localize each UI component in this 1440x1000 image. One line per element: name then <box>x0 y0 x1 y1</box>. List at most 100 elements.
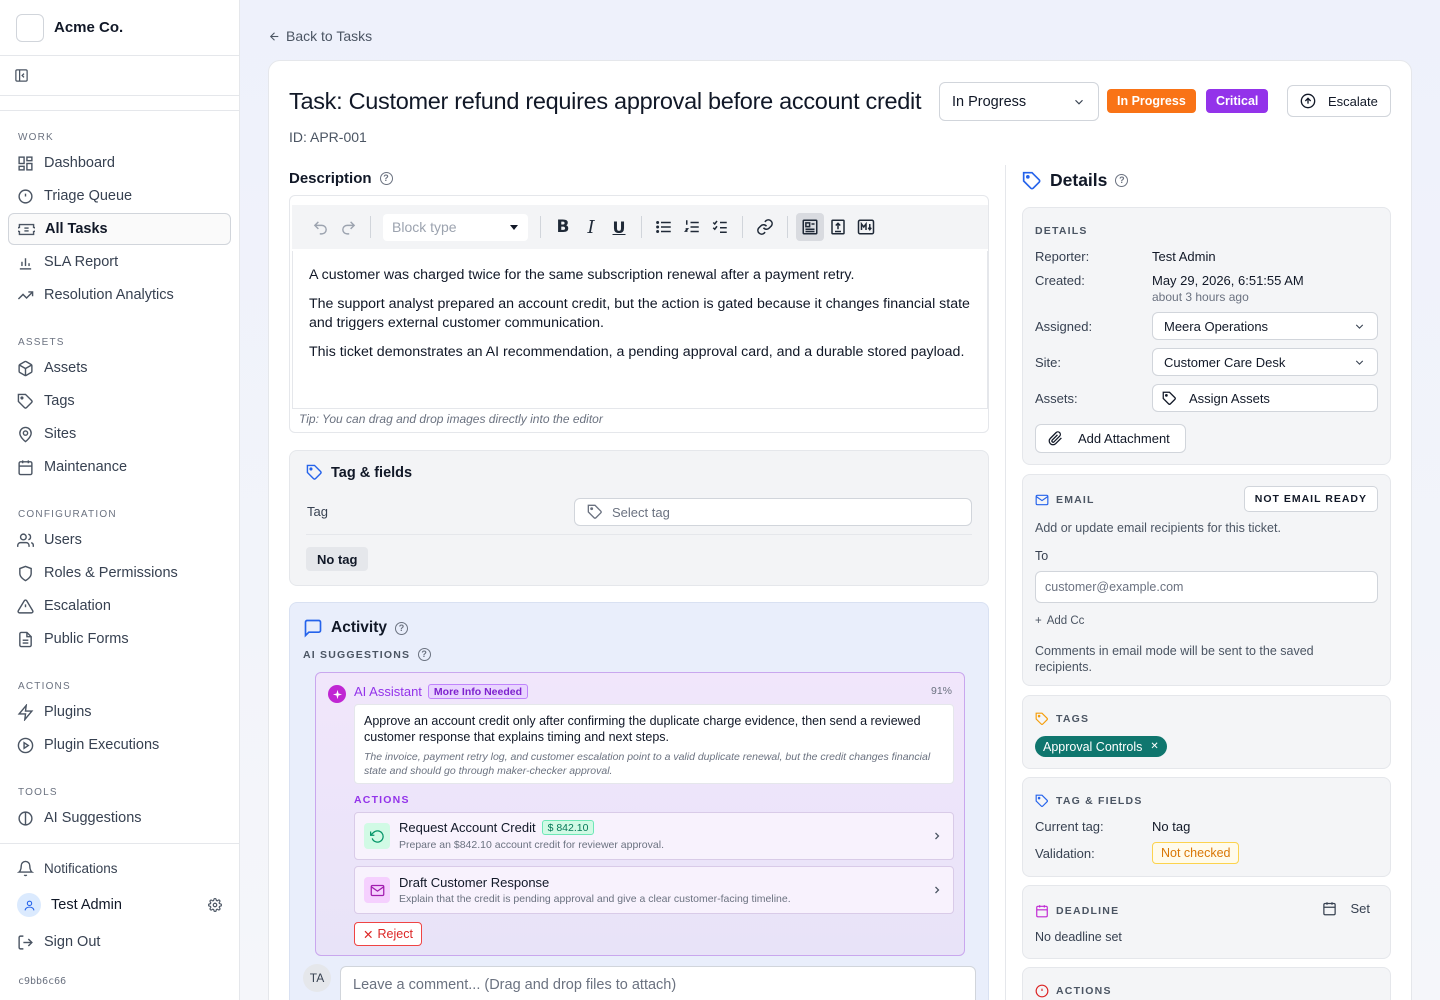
sidebar-item-plugins[interactable]: Plugins <box>8 696 231 728</box>
notifications-link[interactable]: Notifications <box>8 852 231 884</box>
link-icon <box>757 219 773 235</box>
actions-panel: ACTIONS <box>1022 967 1391 1000</box>
markdown-button[interactable] <box>852 213 880 241</box>
italic-button[interactable]: I <box>577 213 605 241</box>
help-icon[interactable]: ? <box>395 621 408 635</box>
sidebar-item-tags[interactable]: Tags <box>8 385 231 417</box>
block-type-select[interactable]: Block type <box>383 213 528 241</box>
set-deadline-button[interactable]: Set <box>1322 901 1370 916</box>
add-cc-link[interactable]: + Add Cc <box>1035 615 1084 627</box>
tag-fields-summary-panel: TAG & FIELDS Current tag: No tag Validat… <box>1022 777 1391 877</box>
deadline-value: No deadline set <box>1035 930 1122 944</box>
sidebar-item-triage-queue[interactable]: Triage Queue <box>8 180 231 212</box>
status-select[interactable]: In Progress <box>939 82 1099 121</box>
current-tag-label: Current tag: <box>1035 819 1104 834</box>
sidebar-item-label: Maintenance <box>44 459 128 475</box>
escalate-button[interactable]: Escalate <box>1287 85 1391 117</box>
remove-tag-icon[interactable]: ✕ <box>1150 741 1158 752</box>
sidebar-item-sites[interactable]: Sites <box>8 418 231 450</box>
image-button[interactable] <box>796 213 824 241</box>
help-icon[interactable]: ? <box>1115 174 1129 187</box>
sidebar-item-assets[interactable]: Assets <box>8 352 231 384</box>
numbered-list-button[interactable] <box>678 213 706 241</box>
insert-file-button[interactable] <box>824 213 852 241</box>
log-out-icon <box>18 934 33 950</box>
sidebar-section-configuration: CONFIGURATION <box>18 509 117 520</box>
help-icon[interactable]: ? <box>418 648 432 661</box>
trending-up-icon <box>17 290 34 300</box>
deadline-label: DEADLINE <box>1056 905 1120 917</box>
sidebar-item-plugin-executions[interactable]: Plugin Executions <box>8 729 231 761</box>
reject-button[interactable]: ✕ Reject <box>354 922 422 946</box>
sidebar-item-label: Users <box>44 532 82 548</box>
sidebar-collapse-button[interactable] <box>0 56 239 96</box>
sidebar-item-label: Sites <box>44 426 77 442</box>
alert-circle-icon <box>18 188 33 204</box>
toolbar-divider <box>742 216 743 238</box>
sidebar-item-users[interactable]: Users <box>8 524 231 556</box>
ticket-icon <box>18 223 35 235</box>
assign-assets-button[interactable]: Assign Assets <box>1152 384 1378 412</box>
sidebar-item-maintenance[interactable]: Maintenance <box>8 451 231 483</box>
sidebar-item-public-forms[interactable]: Public Forms <box>8 623 231 655</box>
toolbar-divider <box>540 216 541 238</box>
set-deadline-label: Set <box>1350 901 1370 916</box>
actions-label: ACTIONS <box>354 794 410 806</box>
checklist-icon <box>712 220 727 233</box>
action-request-credit[interactable]: Request Account Credit $ 842.10 Prepare … <box>354 812 954 860</box>
tags-panel: TAGS Approval Controls ✕ <box>1022 695 1391 769</box>
assets-label: Assets: <box>1035 391 1078 406</box>
ai-recommendation: Approve an account credit only after con… <box>354 704 954 784</box>
toolbar-divider <box>641 216 642 238</box>
markdown-icon <box>857 219 875 235</box>
sidebar-item-resolution-analytics[interactable]: Resolution Analytics <box>8 279 231 311</box>
warning-triangle-icon <box>17 598 34 614</box>
gear-icon[interactable] <box>208 898 222 912</box>
editor-content[interactable]: A customer was charged twice for the sam… <box>292 251 988 409</box>
undo-button[interactable] <box>306 213 334 241</box>
email-to-input[interactable]: customer@example.com <box>1035 571 1378 603</box>
site-select[interactable]: Customer Care Desk <box>1152 348 1378 376</box>
sidebar-item-dashboard[interactable]: Dashboard <box>8 147 231 179</box>
assigned-select[interactable]: Meera Operations <box>1152 312 1378 340</box>
underline-button[interactable]: U <box>605 213 633 241</box>
sidebar-item-ai-suggestions[interactable]: AI Suggestions <box>8 802 231 834</box>
editor-toolbar: Block type B I U <box>292 205 988 249</box>
sidebar: Acme Co. WORK Dashboard Triage Queue All Ta… <box>0 0 240 1000</box>
action-desc: Explain that the credit is pending appro… <box>399 893 791 905</box>
sidebar-item-label: Resolution Analytics <box>44 287 174 303</box>
bold-button[interactable]: B <box>549 213 577 241</box>
checklist-button[interactable] <box>706 213 734 241</box>
bullet-list-button[interactable] <box>650 213 678 241</box>
comment-input[interactable]: Leave a comment... (Drag and drop files … <box>340 966 976 1000</box>
sidebar-item-escalation[interactable]: Escalation <box>8 590 231 622</box>
sidebar-item-roles-permissions[interactable]: Roles & Permissions <box>8 557 231 589</box>
undo-icon <box>313 220 327 235</box>
rotate-ccw-icon <box>369 829 384 843</box>
user-menu[interactable]: Test Admin <box>8 885 231 925</box>
redo-button[interactable] <box>334 213 362 241</box>
tag-chip[interactable]: Approval Controls ✕ <box>1035 736 1167 757</box>
add-attachment-button[interactable]: Add Attachment <box>1035 424 1186 453</box>
sparkle-icon <box>332 689 342 699</box>
sidebar-item-all-tasks[interactable]: All Tasks <box>8 213 231 245</box>
deadline-panel: DEADLINE Set No deadline set <box>1022 885 1391 959</box>
sign-out-link[interactable]: Sign Out <box>8 926 231 958</box>
dashboard-icon <box>18 155 33 171</box>
shield-icon <box>19 565 32 581</box>
help-icon[interactable]: ? <box>379 172 393 185</box>
recommendation-text: Approve an account credit only after con… <box>364 714 921 744</box>
numbered-list-icon <box>684 220 699 233</box>
sidebar-section-tools: TOOLS <box>18 787 58 798</box>
back-to-tasks-link[interactable]: Back to Tasks <box>268 28 372 44</box>
select-tag-input[interactable]: Select tag <box>574 498 972 526</box>
link-button[interactable] <box>751 213 779 241</box>
org-name[interactable]: Acme Co. <box>54 19 123 36</box>
select-tag-placeholder: Select tag <box>612 504 670 520</box>
tag-fields-summary-heading: TAG & FIELDS <box>1035 794 1143 808</box>
action-draft-response[interactable]: Draft Customer Response Explain that the… <box>354 866 954 914</box>
box-icon <box>18 360 33 376</box>
created-label: Created: <box>1035 273 1085 288</box>
sidebar-item-sla-report[interactable]: SLA Report <box>8 246 231 278</box>
